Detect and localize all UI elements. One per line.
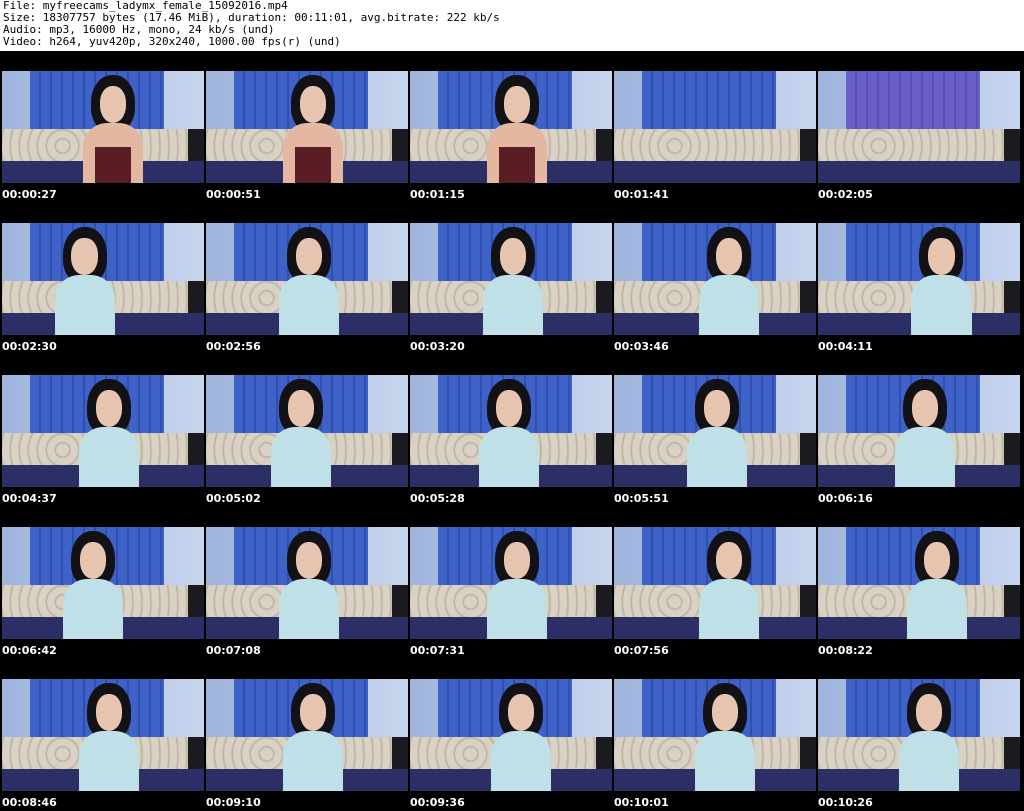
- thumbnail-cell: 00:04:37: [0, 355, 204, 507]
- frame-timestamp: 00:09:36: [410, 796, 465, 809]
- frame-timestamp: 00:06:42: [2, 644, 57, 657]
- thumbnail-cell: 00:02:56: [204, 203, 408, 355]
- frame-timestamp: 00:03:46: [614, 340, 669, 353]
- video-frame-image: [206, 71, 408, 183]
- thumbnail-cell: 00:05:28: [408, 355, 612, 507]
- thumbnail-cell: 00:05:02: [204, 355, 408, 507]
- thumbnail-cell: 00:08:46: [0, 659, 204, 811]
- frame-timestamp: 00:01:41: [614, 188, 669, 201]
- thumbnail-cell: 00:06:42: [0, 507, 204, 659]
- video-frame-image: [2, 679, 204, 791]
- video-frame-image: [614, 223, 816, 335]
- thumbnail-cell: 00:01:15: [408, 51, 612, 203]
- thumbnail-cell: 00:07:31: [408, 507, 612, 659]
- video-frame-image: [2, 375, 204, 487]
- frame-timestamp: 00:00:51: [206, 188, 261, 201]
- video-frame-image: [818, 375, 1020, 487]
- contact-sheet: File: myfreecams_ladymx_female_15092016.…: [0, 0, 1024, 811]
- thumbnail-cell: 00:09:36: [408, 659, 612, 811]
- video-frame-image: [818, 71, 1020, 183]
- video-frame-image: [614, 527, 816, 639]
- thumbnail-cell: 00:03:20: [408, 203, 612, 355]
- video-frame-image: [614, 375, 816, 487]
- thumbnail-cell: 00:02:30: [0, 203, 204, 355]
- file-info-header: File: myfreecams_ladymx_female_15092016.…: [0, 0, 1024, 50]
- frame-timestamp: 00:05:51: [614, 492, 669, 505]
- video-frame-image: [614, 71, 816, 183]
- video-frame-image: [2, 527, 204, 639]
- video-frame-image: [206, 375, 408, 487]
- video-frame-image: [818, 527, 1020, 639]
- video-frame-image: [410, 679, 612, 791]
- frame-timestamp: 00:01:15: [410, 188, 465, 201]
- frame-timestamp: 00:04:11: [818, 340, 873, 353]
- thumbnail-cell: 00:07:56: [612, 507, 816, 659]
- video-frame-image: [206, 527, 408, 639]
- video-frame-image: [614, 679, 816, 791]
- frame-timestamp: 00:04:37: [2, 492, 57, 505]
- thumbnail-cell: 00:09:10: [204, 659, 408, 811]
- frame-timestamp: 00:02:30: [2, 340, 57, 353]
- thumbnail-grid: 00:00:27 00:00:51 00:01:15 00:01:41 00:02:05…: [0, 51, 1024, 811]
- video-frame-image: [410, 375, 612, 487]
- thumbnail-cell: 00:05:51: [612, 355, 816, 507]
- thumbnail-cell: 00:00:51: [204, 51, 408, 203]
- thumbnail-cell: 00:08:22: [816, 507, 1020, 659]
- thumbnail-cell: 00:04:11: [816, 203, 1020, 355]
- thumbnail-cell: 00:03:46: [612, 203, 816, 355]
- video-frame-image: [818, 223, 1020, 335]
- video-frame-image: [818, 679, 1020, 791]
- frame-timestamp: 00:00:27: [2, 188, 57, 201]
- video-frame-image: [2, 71, 204, 183]
- thumbnail-cell: 00:00:27: [0, 51, 204, 203]
- thumbnail-cell: 00:01:41: [612, 51, 816, 203]
- frame-timestamp: 00:08:46: [2, 796, 57, 809]
- frame-timestamp: 00:07:08: [206, 644, 261, 657]
- frame-timestamp: 00:09:10: [206, 796, 261, 809]
- frame-timestamp: 00:07:56: [614, 644, 669, 657]
- frame-timestamp: 00:05:02: [206, 492, 261, 505]
- video-frame-image: [410, 223, 612, 335]
- frame-timestamp: 00:02:56: [206, 340, 261, 353]
- thumbnail-cell: 00:06:16: [816, 355, 1020, 507]
- frame-timestamp: 00:05:28: [410, 492, 465, 505]
- frame-timestamp: 00:10:01: [614, 796, 669, 809]
- thumbnail-cell: 00:10:26: [816, 659, 1020, 811]
- video-frame-image: [206, 679, 408, 791]
- video-frame-image: [2, 223, 204, 335]
- video-frame-image: [410, 71, 612, 183]
- video-frame-image: [410, 527, 612, 639]
- video-info-line: Video: h264, yuv420p, 320x240, 1000.00 f…: [3, 35, 341, 48]
- frame-timestamp: 00:03:20: [410, 340, 465, 353]
- video-frame-image: [206, 223, 408, 335]
- frame-timestamp: 00:08:22: [818, 644, 873, 657]
- thumbnail-cell: 00:10:01: [612, 659, 816, 811]
- frame-timestamp: 00:06:16: [818, 492, 873, 505]
- thumbnail-cell: 00:07:08: [204, 507, 408, 659]
- frame-timestamp: 00:07:31: [410, 644, 465, 657]
- frame-timestamp: 00:10:26: [818, 796, 873, 809]
- thumbnail-cell: 00:02:05: [816, 51, 1020, 203]
- frame-timestamp: 00:02:05: [818, 188, 873, 201]
